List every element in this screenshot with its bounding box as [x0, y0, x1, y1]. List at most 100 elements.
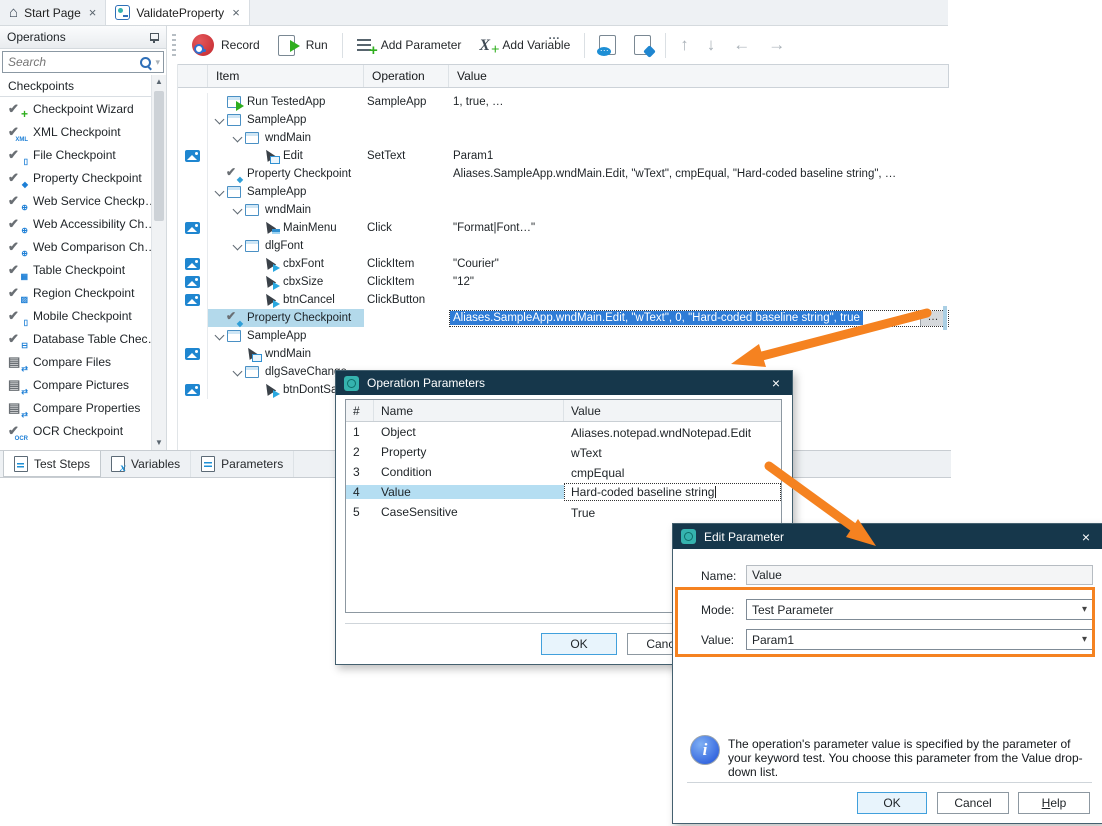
tree-value-cell[interactable] — [449, 328, 949, 345]
expand-chevron-icon[interactable] — [214, 188, 226, 197]
tree-row[interactable]: Edit SetText Param1 — [178, 147, 949, 165]
sidebar-item[interactable]: ✔ OCR OCR Checkpoint — [0, 419, 152, 442]
parameter-row[interactable]: 4 Value Hard-coded baseline string — [346, 482, 781, 502]
tree-value-cell[interactable]: 1, true, … — [449, 94, 949, 111]
parameter-row[interactable]: 5 CaseSensitive True — [346, 502, 781, 522]
sidebar-item[interactable]: ✔ ▨ Region Checkpoint — [0, 281, 152, 304]
screenshot-icon[interactable] — [185, 294, 200, 306]
tree-row[interactable]: btnCancel ClickButton — [178, 291, 949, 309]
tree-value-cell[interactable] — [449, 238, 949, 255]
tree-row[interactable]: Property Checkpoint Aliases.SampleApp.wn… — [178, 165, 949, 183]
name-column-header[interactable]: Name — [374, 400, 564, 421]
value-column-header[interactable]: Value — [564, 400, 781, 421]
dialog-titlebar[interactable]: Edit Parameter — [673, 524, 1102, 549]
expand-chevron-icon[interactable] — [232, 206, 244, 215]
item-column-header[interactable]: Item — [208, 65, 364, 87]
help-button[interactable]: Help — [1018, 792, 1090, 814]
tree-scrollbar-thumb[interactable] — [943, 306, 947, 330]
parameter-value[interactable]: wText — [564, 445, 781, 460]
parameter-row[interactable]: 2 Property wText — [346, 442, 781, 462]
tree-value-cell[interactable] — [449, 130, 949, 147]
sidebar-item[interactable]: ✔ ▦ Table Checkpoint — [0, 258, 152, 281]
screenshot-icon[interactable] — [185, 150, 200, 162]
tree-row[interactable]: MainMenu Click "Format|Font…" — [178, 219, 949, 237]
move-down-button[interactable] — [703, 35, 720, 55]
tree-row[interactable]: wndMain — [178, 129, 949, 147]
tree-row[interactable]: cbxSize ClickItem "12" — [178, 273, 949, 291]
parameter-value[interactable]: Hard-coded baseline string — [564, 483, 781, 501]
tree-value-cell[interactable] — [449, 184, 949, 201]
tree-row[interactable]: SampleApp — [178, 327, 949, 345]
add-parameter-button[interactable]: Add Parameter — [353, 34, 466, 56]
tree-value-cell[interactable]: Param1 — [449, 148, 949, 165]
bottom-tab[interactable]: Test Steps — [3, 451, 101, 477]
checkpoints-group-header[interactable]: Checkpoints — [0, 75, 152, 97]
tree-value-cell[interactable]: "Format|Font…" — [449, 220, 949, 237]
parameter-value[interactable]: cmpEqual — [564, 465, 781, 480]
parameter-row[interactable]: 3 Condition cmpEqual — [346, 462, 781, 482]
bottom-tab[interactable]: Parameters — [191, 451, 294, 477]
scroll-down-icon[interactable] — [152, 436, 166, 450]
search-options-chevron-icon[interactable] — [155, 57, 160, 68]
parameter-value[interactable]: True — [564, 505, 781, 520]
close-tab-icon[interactable] — [232, 5, 240, 20]
sidebar-scrollbar[interactable] — [151, 75, 166, 450]
toolbar-grip[interactable] — [172, 34, 176, 56]
sidebar-item[interactable]: ✔ ⊕ Web Service Checkp… — [0, 189, 152, 212]
move-up-button[interactable] — [676, 35, 693, 55]
expand-chevron-icon[interactable] — [232, 134, 244, 143]
description-button[interactable] — [595, 32, 620, 58]
tree-row[interactable]: Property Checkpoint Aliases.SampleApp.wn… — [178, 309, 949, 327]
value-dropdown[interactable]: Param1 — [746, 629, 1093, 650]
mode-dropdown[interactable]: Test Parameter — [746, 599, 1093, 620]
screenshot-icon[interactable] — [185, 222, 200, 234]
record-button[interactable]: Record — [188, 31, 264, 59]
chevron-down-icon[interactable] — [1082, 634, 1087, 645]
screenshot-icon[interactable] — [185, 348, 200, 360]
scroll-up-icon[interactable] — [152, 75, 166, 89]
close-icon[interactable] — [768, 375, 784, 391]
sidebar-item[interactable]: ✔ ▯ Mobile Checkpoint — [0, 304, 152, 327]
tab-validateproperty[interactable]: ValidateProperty — [106, 0, 249, 25]
screenshot-icon[interactable] — [185, 384, 200, 396]
parameter-value[interactable]: Aliases.notepad.wndNotepad.Edit — [564, 425, 781, 440]
gutter-column-header[interactable] — [178, 65, 208, 87]
num-column-header[interactable]: # — [346, 400, 374, 421]
parameter-row[interactable]: 1 Object Aliases.notepad.wndNotepad.Edit — [346, 422, 781, 442]
ok-button[interactable]: OK — [857, 792, 927, 814]
tree-row[interactable]: Run TestedApp SampleApp 1, true, … — [178, 93, 949, 111]
screenshot-icon[interactable] — [185, 276, 200, 288]
close-tab-icon[interactable] — [89, 5, 97, 20]
expand-chevron-icon[interactable] — [232, 368, 244, 377]
bottom-tab[interactable]: Variables — [101, 451, 191, 477]
pin-icon[interactable] — [148, 32, 159, 43]
sidebar-item[interactable]: ✔ ⊟ Database Table Chec… — [0, 327, 152, 350]
dialog-titlebar[interactable]: Operation Parameters — [336, 371, 792, 395]
screenshot-icon[interactable] — [185, 258, 200, 270]
ok-button[interactable]: OK — [541, 633, 617, 655]
close-icon[interactable] — [1078, 529, 1094, 545]
labels-button[interactable] — [630, 32, 655, 58]
sidebar-item[interactable]: ✔ ◆ Property Checkpoint — [0, 166, 152, 189]
sidebar-item[interactable]: ▤ ⇄ Compare Pictures — [0, 373, 152, 396]
move-left-button[interactable] — [729, 35, 754, 55]
sidebar-item[interactable]: ▤ ⇄ Compare Files — [0, 350, 152, 373]
tree-value-cell[interactable]: Aliases.SampleApp.wndMain.Edit, "wText",… — [449, 310, 949, 327]
chevron-down-icon[interactable] — [1082, 604, 1087, 615]
search-input[interactable] — [3, 55, 139, 69]
tree-row[interactable]: wndMain — [178, 345, 949, 363]
sidebar-item[interactable]: ✔ XML XML Checkpoint — [0, 120, 152, 143]
operation-column-header[interactable]: Operation — [364, 65, 449, 87]
toolbar-overflow-button[interactable]: … — [548, 28, 561, 42]
expand-chevron-icon[interactable] — [214, 116, 226, 125]
tree-value-cell[interactable]: Aliases.SampleApp.wndMain.Edit, "wText",… — [449, 166, 949, 183]
move-right-button[interactable] — [764, 35, 789, 55]
sidebar-item[interactable]: ▤ ⇄ Compare Properties — [0, 396, 152, 419]
tree-value-cell[interactable] — [449, 112, 949, 129]
tree-value-cell[interactable]: "12" — [449, 274, 949, 291]
tree-value-cell[interactable] — [449, 346, 949, 363]
scrollbar-thumb[interactable] — [154, 91, 164, 221]
sidebar-item[interactable]: ✔ ▯ File Checkpoint — [0, 143, 152, 166]
run-button[interactable]: Run — [274, 32, 332, 59]
expand-chevron-icon[interactable] — [232, 242, 244, 251]
